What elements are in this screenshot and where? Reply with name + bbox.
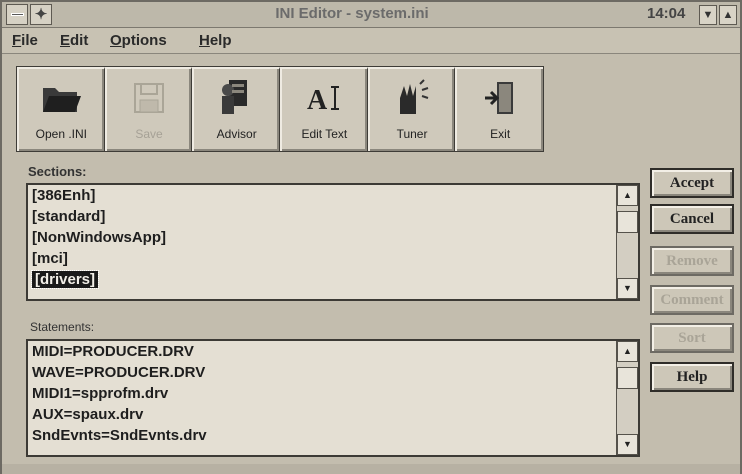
- sort-button[interactable]: Sort: [650, 323, 734, 353]
- list-item[interactable]: MIDI=PRODUCER.DRV: [28, 341, 638, 362]
- scroll-up-arrow-icon[interactable]: ▲: [617, 185, 638, 206]
- ini-editor-window: ✦ INI Editor - system.ini 14:04 ▼ ▲ File…: [0, 0, 742, 474]
- folder-open-icon: [41, 79, 82, 117]
- advisor-button[interactable]: Advisor: [192, 67, 281, 151]
- menu-file[interactable]: File: [12, 32, 38, 49]
- window-title: INI Editor - system.ini: [275, 5, 429, 22]
- open-ini-button[interactable]: Open .INI: [17, 67, 105, 151]
- scroll-thumb[interactable]: [617, 211, 638, 233]
- scroll-down-arrow-icon[interactable]: ▼: [617, 434, 638, 455]
- list-item-selected[interactable]: [drivers]: [28, 269, 638, 290]
- sections-list[interactable]: [386Enh] [standard] [NonWindowsApp] [mci…: [26, 183, 640, 301]
- menu-bar: File Edit Options Help: [2, 28, 740, 54]
- floppy-disk-icon: [129, 79, 169, 117]
- list-item[interactable]: [386Enh]: [28, 185, 638, 206]
- exit-label: Exit: [490, 127, 511, 141]
- sections-label: Sections:: [28, 164, 87, 179]
- advisor-icon: [217, 79, 257, 117]
- edit-text-icon: A: [304, 79, 344, 117]
- exit-door-icon: [480, 79, 520, 117]
- window-bottom-edge: [2, 464, 740, 474]
- statements-label: Statements:: [30, 320, 95, 334]
- svg-text:A: A: [307, 85, 328, 115]
- cancel-button[interactable]: Cancel: [650, 204, 734, 234]
- clock: 14:04: [647, 5, 686, 22]
- edit-text-label: Edit Text: [301, 127, 348, 141]
- tuner-button[interactable]: Tuner: [367, 67, 456, 151]
- list-item[interactable]: WAVE=PRODUCER.DRV: [28, 362, 638, 383]
- statements-list[interactable]: MIDI=PRODUCER.DRV WAVE=PRODUCER.DRV MIDI…: [26, 339, 640, 457]
- list-item[interactable]: [NonWindowsApp]: [28, 227, 638, 248]
- minimize-button[interactable]: ▼: [699, 5, 717, 25]
- system-menu-icon: [10, 13, 24, 16]
- save-label: Save: [135, 127, 163, 141]
- sections-scrollbar[interactable]: ▲ ▼: [616, 185, 638, 299]
- menu-edit[interactable]: Edit: [60, 32, 88, 49]
- tuner-label: Tuner: [396, 127, 428, 141]
- menu-help[interactable]: Help: [199, 32, 232, 49]
- exit-button[interactable]: Exit: [455, 67, 544, 151]
- app-icon: ✦: [30, 4, 52, 25]
- list-item[interactable]: MIDI1=spprofm.drv: [28, 383, 638, 404]
- selected-section-text: [drivers]: [30, 270, 100, 289]
- scroll-down-arrow-icon[interactable]: ▼: [617, 278, 638, 299]
- save-button[interactable]: Save: [104, 67, 193, 151]
- open-ini-label: Open .INI: [35, 127, 88, 141]
- advisor-label: Advisor: [216, 127, 257, 141]
- list-item[interactable]: AUX=spaux.drv: [28, 404, 638, 425]
- comment-button[interactable]: Comment: [650, 285, 734, 315]
- list-item[interactable]: [mci]: [28, 248, 638, 269]
- statements-scrollbar[interactable]: ▲ ▼: [616, 341, 638, 455]
- remove-button[interactable]: Remove: [650, 246, 734, 276]
- scroll-thumb[interactable]: [617, 367, 638, 389]
- title-bar: ✦ INI Editor - system.ini 14:04 ▼ ▲: [2, 2, 740, 28]
- list-item[interactable]: SndEvnts=SndEvnts.drv: [28, 425, 638, 446]
- menu-options[interactable]: Options: [110, 32, 167, 49]
- edit-text-button[interactable]: A Edit Text: [280, 67, 368, 151]
- scroll-up-arrow-icon[interactable]: ▲: [617, 341, 638, 362]
- help-button[interactable]: Help: [650, 362, 734, 392]
- system-menu-button[interactable]: [6, 4, 28, 25]
- accept-button[interactable]: Accept: [650, 168, 734, 198]
- list-item[interactable]: [standard]: [28, 206, 638, 227]
- tuner-icon: [392, 79, 432, 117]
- toolbar: Open .INI Save Advisor A Edit Text Tuner…: [16, 66, 544, 152]
- maximize-button[interactable]: ▲: [719, 5, 737, 25]
